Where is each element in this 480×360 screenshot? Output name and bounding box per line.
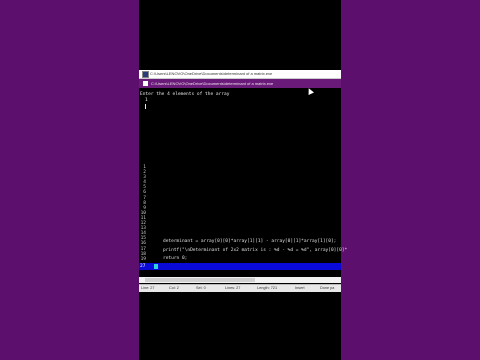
status-line: Line: 27	[141, 286, 155, 290]
horizontal-scrollbar[interactable]	[139, 277, 341, 283]
status-lines: Lines: 27	[225, 286, 241, 290]
current-line-number: 27	[140, 264, 146, 269]
current-line-highlight[interactable]: 27	[139, 263, 341, 270]
status-parse: Done pa	[320, 286, 335, 290]
line-number: 18	[140, 251, 146, 257]
window-titlebar: C:\Users\LENOVO\OneDrive\Documents\deter…	[139, 70, 341, 79]
code-line[interactable]: determinant = array[0][0]*array[1][1] - …	[163, 238, 347, 247]
status-sel: Sel: 0	[196, 286, 206, 290]
status-mode: Insert	[295, 286, 305, 290]
app-icon	[142, 71, 149, 78]
status-col: Col: 2	[169, 286, 179, 290]
console-cursor	[145, 104, 146, 109]
line-number: 19	[140, 256, 146, 262]
left-letterbox	[0, 0, 139, 360]
scrollbar-thumb[interactable]	[145, 278, 255, 282]
right-letterbox	[341, 0, 480, 360]
window-title: C:\Users\LENOVO\OneDrive\Documents\deter…	[150, 71, 273, 76]
status-bar: Line: 27 Col: 2 Sel: 0 Lines: 27 Length:…	[139, 284, 341, 292]
app-stage: C:\Users\LENOVO\OneDrive\Documents\deter…	[139, 0, 347, 360]
console-title: C:\Users\LENOVO\OneDrive\Documents\deter…	[151, 81, 274, 86]
console-prompt: Enter the 4 elements of the array	[140, 92, 230, 97]
line-number: 16	[140, 241, 146, 247]
code-editor[interactable]: determinant = array[0][0]*array[1][1] - …	[163, 238, 347, 264]
console-input: 1	[145, 98, 148, 103]
line-number-gutter: 1 2 3 4 5 6 7 8 9 10 11 12 13 14 15 16 1…	[139, 165, 147, 262]
line-number: 17	[140, 246, 146, 252]
console-icon	[143, 81, 148, 86]
status-length: Length: 721	[257, 286, 278, 290]
code-line[interactable]: printf("\nDeterminant of 2x2 matrix is :…	[163, 247, 347, 256]
text-cursor	[154, 264, 158, 269]
